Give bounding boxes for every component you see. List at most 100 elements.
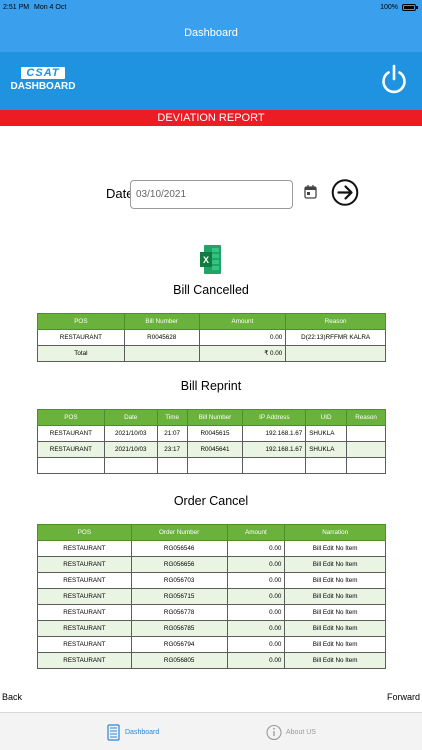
svg-text:X: X bbox=[203, 255, 209, 265]
total-label: Total bbox=[37, 345, 125, 362]
table-cell: 21:07 bbox=[156, 425, 188, 442]
table-cell: 192.168.1.67 bbox=[242, 441, 307, 458]
calendar-icon bbox=[304, 185, 317, 199]
table-cell: 2021/10/03 bbox=[103, 425, 158, 442]
nav-title: Dashboard bbox=[184, 27, 238, 39]
table-cell: RESTAURANT bbox=[37, 329, 125, 346]
total-row: Total ₹ 0.00 bbox=[37, 345, 386, 362]
logo-dashboard-text: DASHBOARD bbox=[10, 81, 76, 92]
table-row: RESTAURANT 2021/10/03 23:17 R0045641 192… bbox=[37, 441, 386, 458]
table-cell: RESTAURANT bbox=[37, 441, 105, 458]
app-screen: 2:51 PM Mon 4 Oct 100% Dashboard CSAT DA… bbox=[0, 0, 422, 750]
column-header: Bill Number bbox=[123, 313, 200, 330]
excel-export-button[interactable]: X bbox=[199, 244, 222, 275]
table-row: RESTAURANT RG056546 0.00 Bill Edit No It… bbox=[37, 540, 386, 557]
column-header: Time bbox=[156, 409, 188, 426]
tab-about-us[interactable]: About US bbox=[266, 723, 336, 743]
table-cell: 2021/10/03 bbox=[103, 441, 158, 458]
table-cell: RESTAURANT bbox=[37, 636, 132, 653]
tab-about-us-label: About US bbox=[286, 729, 316, 736]
calendar-button[interactable] bbox=[304, 184, 317, 199]
table-cell: RESTAURANT bbox=[37, 588, 132, 605]
tab-dashboard[interactable]: Dashboard bbox=[107, 723, 177, 743]
column-header: Narration bbox=[284, 524, 386, 541]
bill-reprint-title: Bill Reprint bbox=[180, 379, 242, 393]
column-header: Order Number bbox=[130, 524, 228, 541]
table-cell: 23:17 bbox=[156, 441, 188, 458]
table-row: RESTAURANT RG056794 0.00 Bill Edit No It… bbox=[37, 636, 386, 653]
table-cell: RG056805 bbox=[130, 652, 228, 669]
table-cell bbox=[346, 425, 386, 442]
bill-cancelled-title: Bill Cancelled bbox=[173, 283, 249, 297]
table-cell: Bill Edit No Item bbox=[284, 588, 386, 605]
table-cell bbox=[156, 457, 188, 474]
table-cell: RG056546 bbox=[130, 540, 228, 557]
bill-cancelled-table: POS Bill Number Amount Reason RESTAURANT… bbox=[37, 313, 386, 362]
column-header: POS bbox=[37, 313, 125, 330]
logo-csat-text: CSAT bbox=[21, 67, 65, 79]
table-cell: Bill Edit No Item bbox=[284, 540, 386, 557]
table-cell: R0045615 bbox=[186, 425, 244, 442]
table-row: RESTAURANT RG056715 0.00 Bill Edit No It… bbox=[37, 588, 386, 605]
table-cell: RG056794 bbox=[130, 636, 228, 653]
column-header: POS bbox=[37, 409, 105, 426]
tab-bar: Dashboard About US bbox=[0, 712, 422, 750]
table-row: RESTAURANT R0045628 0.00 D(22:13)RFFMR K… bbox=[37, 329, 386, 346]
battery-icon bbox=[402, 4, 418, 11]
table-cell bbox=[346, 441, 386, 458]
table-row: RESTAURANT RG056703 0.00 Bill Edit No It… bbox=[37, 572, 386, 589]
table-cell: Bill Edit No Item bbox=[284, 556, 386, 573]
column-header: POS bbox=[37, 524, 132, 541]
table-row: RESTAURANT 2021/10/03 21:07 R0045615 192… bbox=[37, 425, 386, 442]
bill-reprint-table: POS Date Time Bill Number IP Address UID… bbox=[37, 409, 386, 474]
table-cell bbox=[37, 457, 105, 474]
table-header-row: POS Date Time Bill Number IP Address UID… bbox=[37, 409, 386, 426]
status-time: 2:51 PM bbox=[3, 4, 30, 11]
power-icon bbox=[382, 64, 406, 94]
go-button[interactable] bbox=[331, 177, 359, 208]
table-row: RESTAURANT RG056778 0.00 Bill Edit No It… bbox=[37, 604, 386, 621]
column-header: Reason bbox=[285, 313, 386, 330]
forward-button[interactable]: Forward bbox=[387, 692, 420, 702]
table-cell: Bill Edit No Item bbox=[284, 572, 386, 589]
table-row: RESTAURANT RG056805 0.00 Bill Edit No It… bbox=[37, 652, 386, 669]
table-cell: R0045641 bbox=[186, 441, 244, 458]
table-cell bbox=[103, 457, 158, 474]
tab-dashboard-label: Dashboard bbox=[125, 729, 160, 736]
table-cell: 0.00 bbox=[226, 540, 286, 557]
table-header-row: POS Order Number Amount Narration bbox=[37, 524, 386, 541]
app-header: CSAT DASHBOARD bbox=[0, 52, 422, 110]
order-cancel-title: Order Cancel bbox=[173, 494, 249, 508]
table-cell: 192.168.1.67 bbox=[242, 425, 307, 442]
power-button[interactable] bbox=[380, 62, 408, 100]
battery-percentage: 100% bbox=[380, 4, 398, 11]
table-cell bbox=[242, 457, 307, 474]
table-cell bbox=[186, 457, 244, 474]
table-cell: RG056778 bbox=[130, 604, 228, 621]
table-cell: RESTAURANT bbox=[37, 604, 132, 621]
column-header: Amount bbox=[226, 524, 286, 541]
info-icon bbox=[266, 724, 282, 741]
table-cell: RESTAURANT bbox=[37, 540, 132, 557]
table-cell: RG056715 bbox=[130, 588, 228, 605]
table-cell: 0.00 bbox=[226, 604, 286, 621]
status-date: Mon 4 Oct bbox=[34, 4, 67, 11]
table-cell: Bill Edit No Item bbox=[284, 604, 386, 621]
column-header: Reason bbox=[346, 409, 386, 426]
status-bar: 2:51 PM Mon 4 Oct 100% bbox=[0, 0, 422, 16]
column-header: Amount bbox=[198, 313, 287, 330]
table-cell: 0.00 bbox=[198, 329, 287, 346]
table-cell: RESTAURANT bbox=[37, 572, 132, 589]
date-input[interactable]: 03/10/2021 bbox=[130, 180, 293, 209]
table-cell: 0.00 bbox=[226, 620, 286, 637]
table-row bbox=[37, 457, 386, 474]
column-header: UID bbox=[305, 409, 348, 426]
table-cell: RESTAURANT bbox=[37, 556, 132, 573]
navigation-bar: Dashboard bbox=[0, 16, 422, 52]
table-cell: R0045628 bbox=[123, 329, 200, 346]
column-header: IP Address bbox=[242, 409, 307, 426]
back-button[interactable]: Back bbox=[2, 692, 22, 702]
table-cell: RG056656 bbox=[130, 556, 228, 573]
column-header: Bill Number bbox=[186, 409, 244, 426]
table-row: RESTAURANT RG056656 0.00 Bill Edit No It… bbox=[37, 556, 386, 573]
